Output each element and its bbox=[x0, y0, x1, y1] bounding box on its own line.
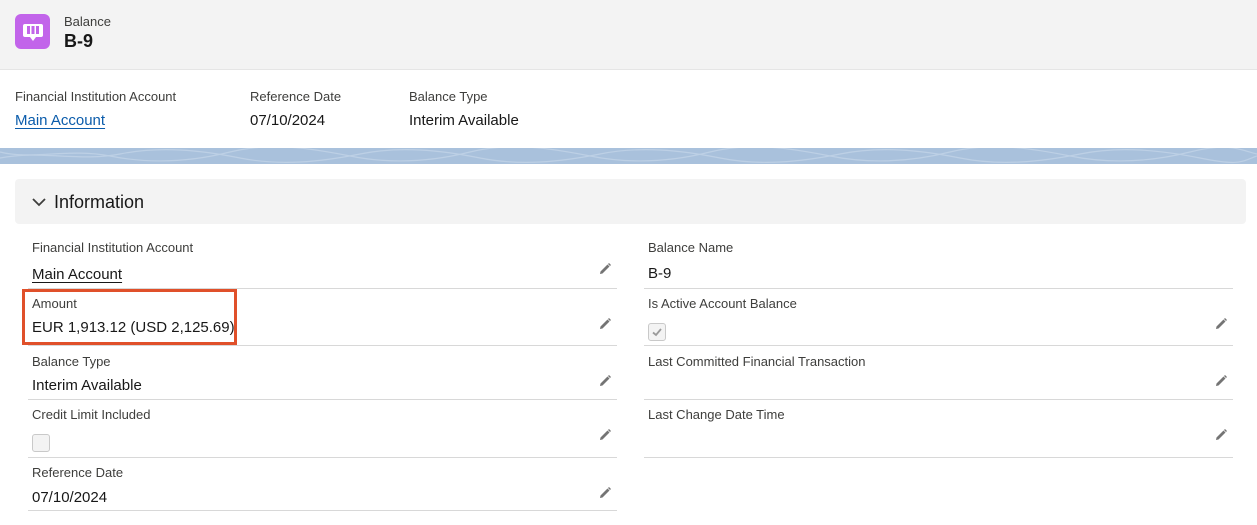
highlight-reference-date: Reference Date 07/10/2024 bbox=[250, 89, 341, 129]
field-label: Is Active Account Balance bbox=[648, 296, 797, 311]
edit-pencil-icon[interactable] bbox=[597, 427, 613, 443]
balance-book-icon bbox=[15, 14, 50, 49]
highlight-value: 07/10/2024 bbox=[250, 112, 326, 129]
edit-pencil-icon[interactable] bbox=[1213, 427, 1229, 443]
field-last-committed-financial-transaction: Last Committed Financial Transaction bbox=[644, 354, 1233, 400]
edit-pencil-icon[interactable] bbox=[597, 373, 613, 389]
field-label: Financial Institution Account bbox=[32, 240, 194, 255]
field-label: Credit Limit Included bbox=[32, 407, 151, 422]
object-type-label: Balance bbox=[64, 14, 111, 29]
field-reference-date: Reference Date 07/10/2024 bbox=[28, 465, 617, 511]
highlight-value: Interim Available bbox=[409, 112, 519, 129]
section-title: Information bbox=[54, 192, 145, 212]
balance-type-value: Interim Available bbox=[32, 377, 142, 394]
highlight-label: Financial Institution Account bbox=[15, 89, 177, 104]
edit-pencil-icon[interactable] bbox=[597, 261, 613, 277]
field-label: Balance Name bbox=[648, 240, 734, 255]
field-last-change-date-time: Last Change Date Time bbox=[644, 407, 1233, 458]
edit-pencil-icon[interactable] bbox=[597, 316, 613, 332]
financial-institution-account-link[interactable]: Main Account bbox=[32, 266, 122, 283]
field-credit-limit-included: Credit Limit Included bbox=[28, 407, 617, 458]
information-section-header[interactable]: Information bbox=[15, 179, 1246, 224]
field-balance-type: Balance Type Interim Available bbox=[28, 354, 617, 400]
decorative-band bbox=[0, 148, 1257, 164]
reference-date-value: 07/10/2024 bbox=[32, 489, 108, 506]
highlight-label: Reference Date bbox=[250, 89, 342, 104]
balance-name-value: B-9 bbox=[648, 265, 672, 282]
edit-pencil-icon[interactable] bbox=[1213, 316, 1229, 332]
edit-pencil-icon[interactable] bbox=[597, 485, 613, 501]
field-balance-name: Balance Name B-9 bbox=[644, 240, 1233, 289]
field-label: Last Change Date Time bbox=[648, 407, 785, 422]
chevron-down-icon bbox=[32, 198, 46, 207]
highlight-label: Balance Type bbox=[409, 89, 488, 104]
check-icon bbox=[652, 328, 662, 337]
highlights-panel: Financial Institution Account Main Accou… bbox=[0, 70, 1257, 148]
record-name: B-9 bbox=[64, 31, 94, 51]
credit-limit-included-checkbox bbox=[32, 434, 50, 452]
field-label: Reference Date bbox=[32, 465, 124, 480]
field-label: Last Committed Financial Transaction bbox=[648, 354, 866, 369]
amount-highlight-box bbox=[22, 289, 237, 345]
field-financial-institution-account: Financial Institution Account Main Accou… bbox=[28, 240, 617, 289]
highlight-financial-institution-account: Financial Institution Account Main Accou… bbox=[15, 89, 176, 129]
field-label: Balance Type bbox=[32, 354, 111, 369]
highlight-balance-type: Balance Type Interim Available bbox=[409, 89, 519, 129]
is-active-account-balance-checkbox bbox=[648, 323, 666, 341]
edit-pencil-icon[interactable] bbox=[1213, 373, 1229, 389]
field-is-active-account-balance: Is Active Account Balance bbox=[644, 296, 1233, 346]
record-header: Balance B-9 bbox=[0, 0, 1257, 70]
financial-institution-account-link[interactable]: Main Account bbox=[15, 112, 176, 129]
